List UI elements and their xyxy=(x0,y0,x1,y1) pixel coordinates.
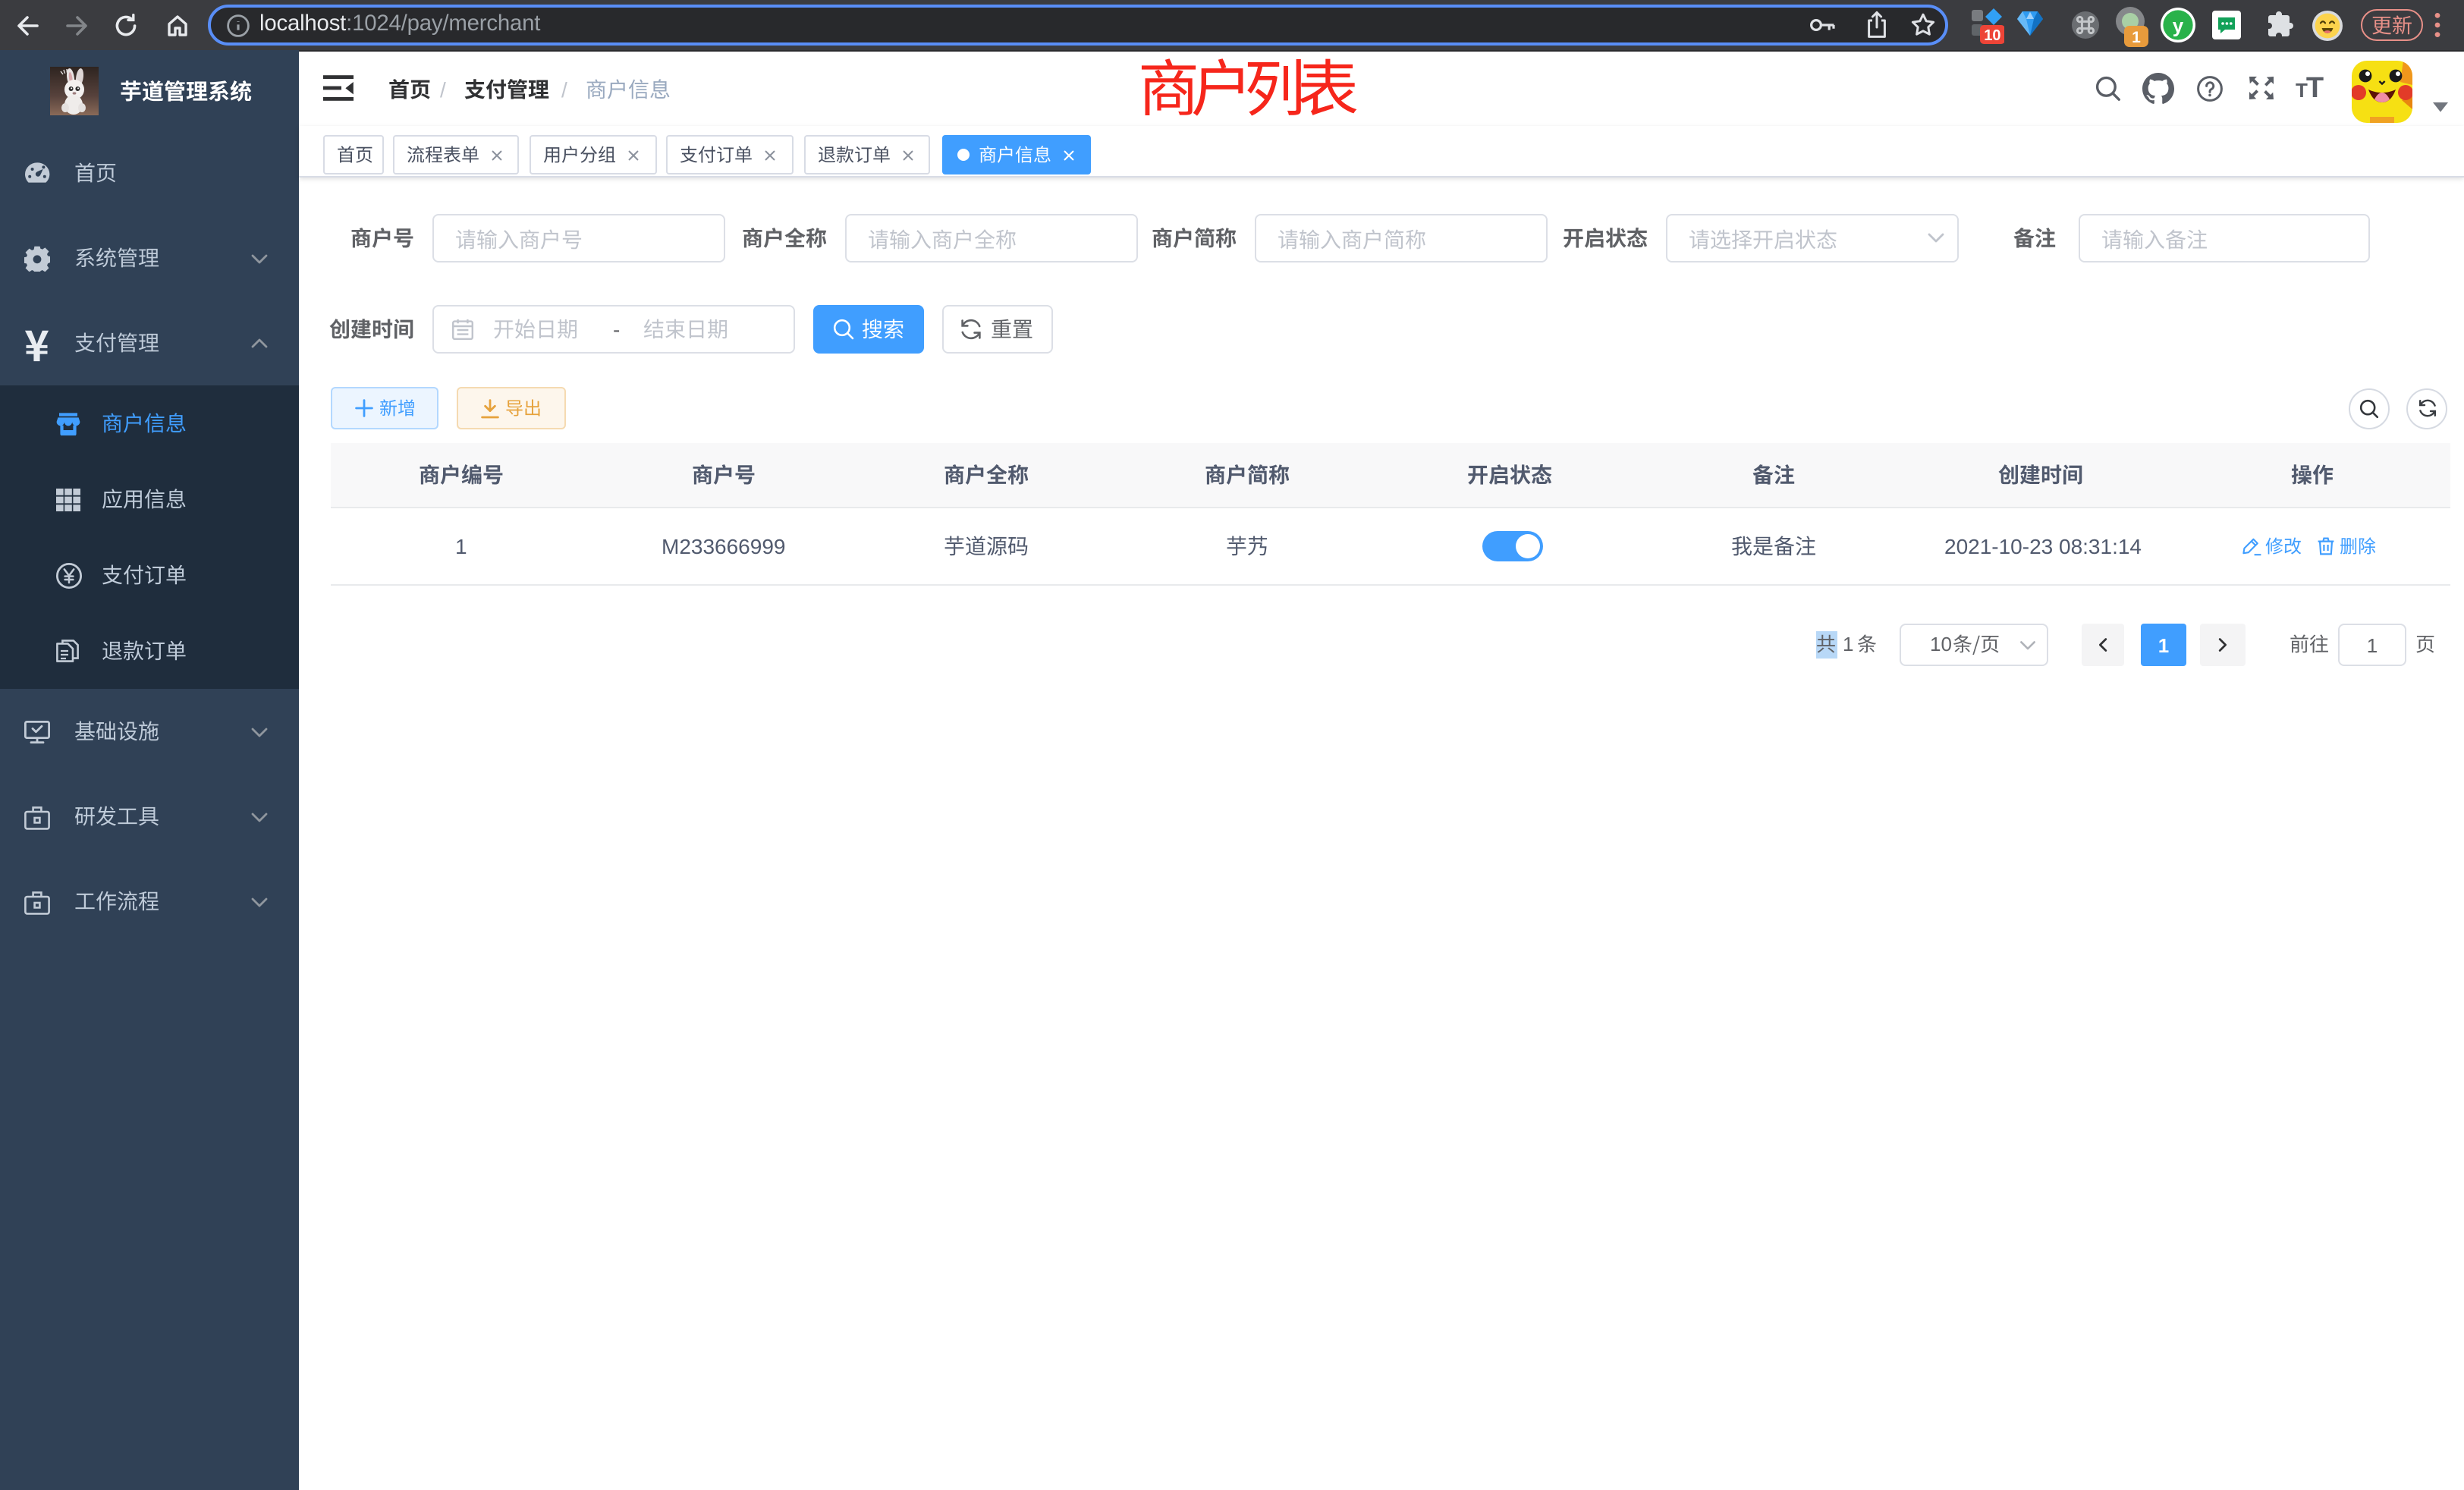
svg-text:1: 1 xyxy=(2132,29,2141,46)
svg-text:10: 10 xyxy=(1984,27,2000,44)
svg-text:y: y xyxy=(2173,13,2184,36)
